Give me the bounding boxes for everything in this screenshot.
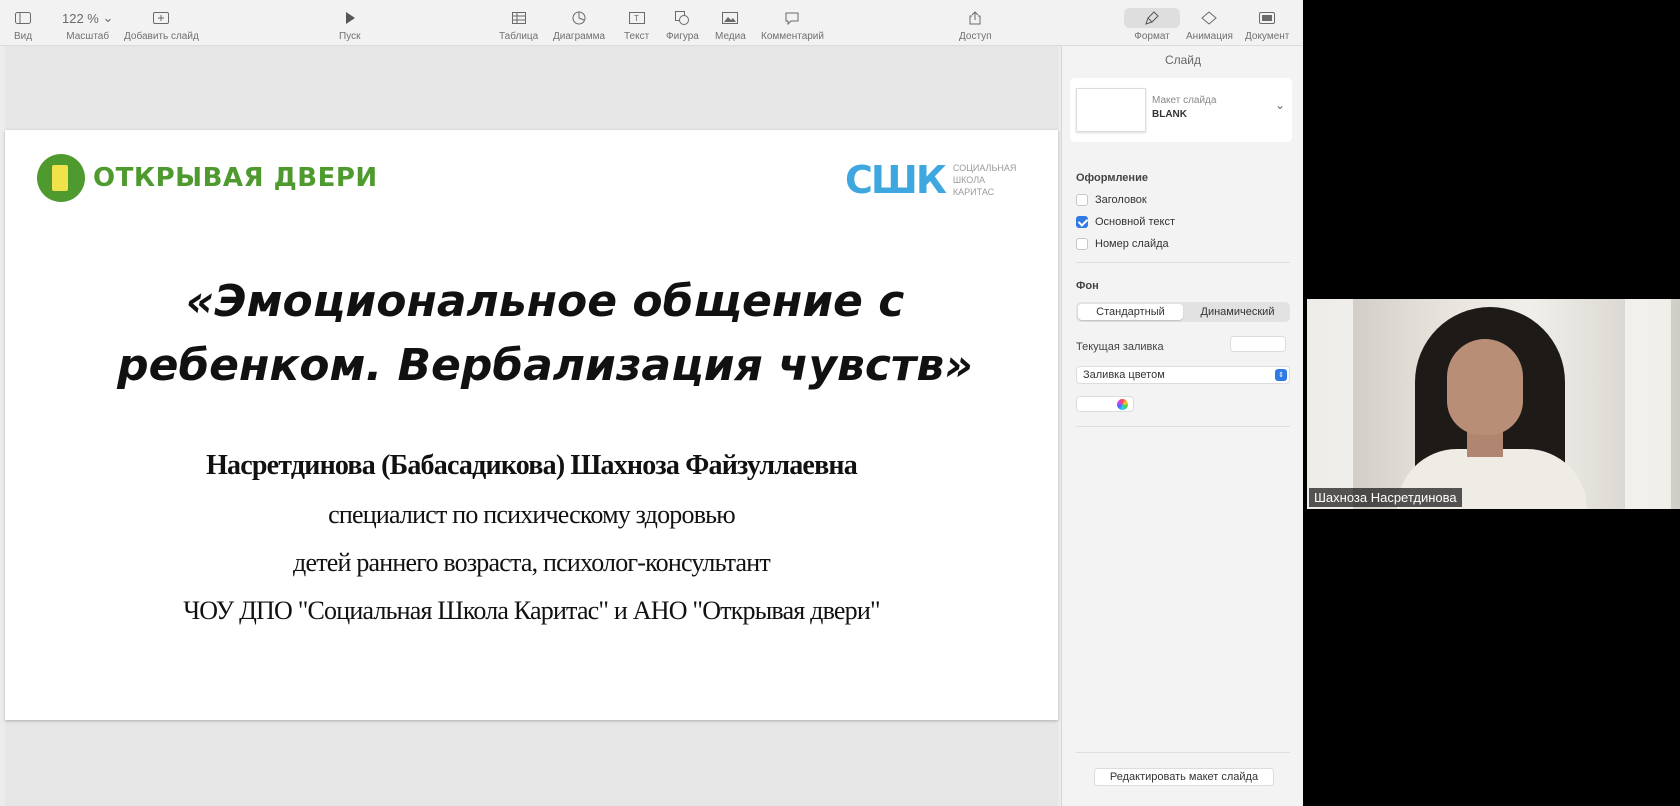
shape-icon: [675, 8, 690, 28]
layout-value: BLANK: [1152, 109, 1187, 120]
media-button[interactable]: Медиа: [715, 8, 746, 42]
table-label: Таблица: [499, 31, 539, 42]
author-role-line-1[interactable]: специалист по психическому здоровью: [5, 500, 1058, 530]
edit-slide-layout-button[interactable]: Редактировать макет слайда: [1094, 768, 1274, 786]
toolbar: Вид 122 % ⌄ Масштаб Добавить слайд Пуск …: [0, 0, 1303, 46]
logo-left-text: ОТКРЫВАЯ ДВЕРИ: [93, 163, 378, 193]
share-icon: [969, 8, 981, 28]
add-slide-icon: [153, 8, 170, 28]
title-checkbox-row[interactable]: Заголовок: [1076, 194, 1147, 206]
chevron-down-icon: ⌄: [102, 10, 114, 25]
participant-video-tile[interactable]: Шахноза Насретдинова: [1307, 299, 1680, 509]
standard-background-button[interactable]: Стандартный: [1078, 304, 1183, 320]
layout-label: Макет слайда: [1152, 95, 1217, 106]
fill-type-value: Заливка цветом: [1083, 369, 1165, 381]
format-sidebar: Слайд Макет слайда BLANK ⌄ Оформление За…: [1061, 46, 1303, 806]
play-icon: [345, 8, 355, 28]
play-label: Пуск: [339, 31, 361, 42]
color-well[interactable]: [1076, 396, 1134, 412]
text-icon: T: [628, 8, 645, 28]
share-button[interactable]: Доступ: [959, 8, 992, 42]
diamond-icon: [1201, 8, 1218, 28]
keynote-window: Вид 122 % ⌄ Масштаб Добавить слайд Пуск …: [0, 0, 1303, 806]
author-organization[interactable]: ЧОУ ДПО "Социальная Школа Каритас" и АНО…: [5, 596, 1058, 626]
body-checkbox-label: Основной текст: [1095, 216, 1175, 228]
shape-button[interactable]: Фигура: [666, 8, 699, 42]
paintbrush-icon: [1124, 8, 1180, 28]
divider: [1076, 752, 1290, 753]
zoom-label: Масштаб: [66, 31, 110, 42]
document-icon: [1259, 8, 1276, 28]
otkryvaya-dveri-logo: ОТКРЫВАЯ ДВЕРИ: [37, 154, 378, 202]
background-segmented-control: Стандартный Динамический: [1076, 302, 1290, 322]
format-button[interactable]: Формат: [1124, 8, 1180, 42]
zoom-value: 122 % ⌄: [62, 10, 114, 26]
play-button[interactable]: Пуск: [339, 8, 360, 42]
appearance-header: Оформление: [1076, 172, 1148, 184]
text-button[interactable]: T Текст: [624, 8, 649, 42]
panel-title: Слайд: [1164, 53, 1202, 67]
title-checkbox[interactable]: [1076, 194, 1088, 206]
window-background: [1307, 299, 1353, 509]
add-slide-button[interactable]: Добавить слайд: [124, 8, 199, 42]
door-icon: [37, 154, 85, 202]
animate-button[interactable]: Анимация: [1186, 8, 1233, 42]
current-fill-swatch[interactable]: [1230, 336, 1286, 352]
chart-icon: [572, 8, 586, 28]
divider: [1076, 426, 1290, 427]
slide-title-line-1: «Эмоциональное общение с: [185, 276, 905, 327]
comment-label: Комментарий: [761, 31, 824, 42]
current-fill-label: Текущая заливка: [1076, 341, 1164, 353]
slide-canvas: ОТКРЫВАЯ ДВЕРИ СШК СОЦИАЛЬНАЯ ШКОЛА КАРИ…: [5, 46, 1058, 806]
sidebar-icon: [15, 8, 32, 28]
media-label: Медиа: [715, 31, 746, 42]
view-button[interactable]: Вид: [14, 8, 32, 42]
author-role-line-2[interactable]: детей раннего возраста, психолог-консуль…: [5, 548, 1058, 578]
slide-layout-selector[interactable]: Макет слайда BLANK ⌄: [1070, 78, 1292, 142]
document-button[interactable]: Документ: [1245, 8, 1289, 42]
caritas-school-logo: СШК СОЦИАЛЬНАЯ ШКОЛА КАРИТАС: [845, 158, 1016, 202]
slide-title-line-2: ребенком. Вербализация чувств»: [117, 340, 973, 391]
media-icon: [722, 8, 739, 28]
chart-button[interactable]: Диаграмма: [553, 8, 605, 42]
author-name[interactable]: Насретдинова (Бабасадикова) Шахноза Файз…: [5, 450, 1058, 482]
select-arrows-icon: ⇕: [1275, 369, 1287, 381]
body-checkbox[interactable]: [1076, 216, 1088, 228]
zoom-button[interactable]: 122 % ⌄ Масштаб: [62, 8, 113, 42]
logo-right-text: СШК: [845, 158, 947, 202]
divider: [1076, 262, 1290, 263]
slide[interactable]: ОТКРЫВАЯ ДВЕРИ СШК СОЦИАЛЬНАЯ ШКОЛА КАРИ…: [5, 130, 1058, 720]
chevron-down-icon: ⌄: [1275, 98, 1286, 112]
chart-label: Диаграмма: [553, 31, 606, 42]
title-checkbox-label: Заголовок: [1095, 194, 1147, 206]
dynamic-background-button[interactable]: Динамический: [1185, 302, 1290, 322]
slide-number-checkbox-row[interactable]: Номер слайда: [1076, 238, 1169, 250]
share-label: Доступ: [959, 31, 992, 42]
window-background: [1625, 299, 1671, 509]
document-label: Документ: [1245, 31, 1290, 42]
comment-button[interactable]: Комментарий: [761, 8, 824, 42]
logo-right-subtitle: СОЦИАЛЬНАЯ ШКОЛА КАРИТАС: [952, 163, 1017, 197]
fill-type-select[interactable]: Заливка цветом ⇕: [1076, 366, 1290, 384]
layout-thumbnail: [1076, 88, 1146, 132]
slide-title[interactable]: «Эмоциональное общение с ребенком. Верба…: [65, 270, 1025, 398]
view-label: Вид: [14, 31, 33, 42]
background-header: Фон: [1076, 280, 1099, 292]
animate-label: Анимация: [1186, 31, 1233, 42]
color-wheel-icon: [1117, 399, 1128, 410]
participant-face: [1447, 339, 1523, 435]
add-slide-label: Добавить слайд: [124, 31, 199, 42]
text-label: Текст: [624, 31, 650, 42]
slide-number-checkbox[interactable]: [1076, 238, 1088, 250]
slide-number-checkbox-label: Номер слайда: [1095, 238, 1169, 250]
participant-name-tag: Шахноза Насретдинова: [1309, 488, 1462, 507]
table-button[interactable]: Таблица: [499, 8, 538, 42]
table-icon: [511, 8, 526, 28]
svg-text:T: T: [634, 14, 639, 23]
format-label: Формат: [1134, 31, 1170, 42]
body-checkbox-row[interactable]: Основной текст: [1076, 216, 1175, 228]
shape-label: Фигура: [666, 31, 699, 42]
comment-icon: [785, 8, 799, 28]
